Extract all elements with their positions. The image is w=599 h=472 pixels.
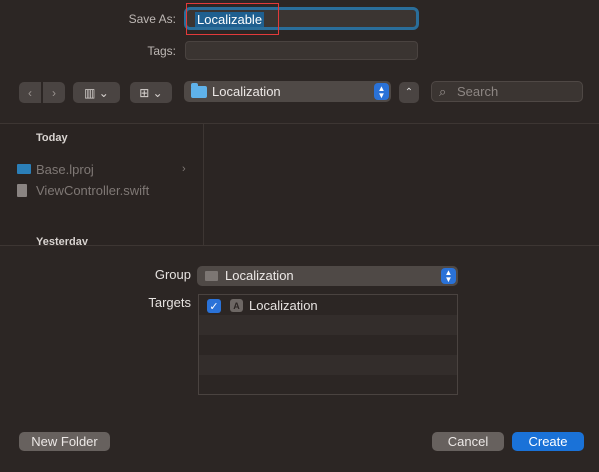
grid-view-icon: ⊞ ⌄	[139, 85, 163, 100]
save-as-label: Save As:	[128, 12, 176, 26]
cancel-button[interactable]: Cancel	[432, 432, 504, 451]
new-folder-button[interactable]: New Folder	[19, 432, 110, 451]
empty-row	[199, 375, 457, 395]
location-popup[interactable]: Localization ▲ ▼	[184, 81, 391, 102]
chevron-up-icon: ⌃	[404, 87, 414, 98]
group-label: Group	[154, 267, 191, 282]
forward-button[interactable]: ›	[43, 82, 65, 103]
back-button[interactable]: ‹	[19, 82, 41, 103]
tags-label: Tags:	[147, 44, 176, 58]
empty-row	[199, 315, 457, 335]
section-yesterday: Yesterday	[36, 236, 88, 245]
collapse-button[interactable]: ⌃	[399, 82, 419, 103]
group-by-button[interactable]: ⊞ ⌄	[130, 82, 172, 103]
popup-stepper-icon: ▲ ▼	[374, 83, 389, 100]
target-row[interactable]: ✓ A Localization	[199, 295, 457, 315]
empty-row	[199, 355, 457, 375]
popup-stepper-icon: ▲ ▼	[441, 268, 456, 284]
search-field[interactable]: ⌕	[431, 81, 583, 102]
list-item-base-lproj[interactable]: Base.lproj ›	[0, 159, 203, 179]
columns-view-icon: ▥ ⌄	[84, 85, 109, 100]
view-mode-button[interactable]: ▥ ⌄	[73, 82, 120, 103]
file-name: Base.lproj	[36, 161, 94, 177]
checkbox-checked-icon[interactable]: ✓	[207, 299, 221, 313]
folder-icon	[191, 83, 207, 98]
annotation-highlight-box	[186, 3, 279, 35]
chevron-right-icon: ›	[182, 163, 186, 175]
swift-file-icon	[17, 183, 27, 197]
group-value: Localization	[225, 268, 294, 283]
group-popup[interactable]: Localization ▲ ▼	[197, 266, 458, 286]
target-name: Localization	[249, 298, 318, 313]
section-today: Today	[36, 132, 68, 144]
app-target-icon: A	[230, 299, 243, 312]
chevron-right-icon: ›	[52, 85, 56, 100]
file-browser-sidebar[interactable]: Today Base.lproj › ViewController.swift …	[0, 124, 203, 245]
targets-list[interactable]: ✓ A Localization	[198, 294, 458, 395]
empty-row	[199, 335, 457, 355]
folder-icon	[205, 271, 218, 281]
divider	[0, 245, 599, 246]
search-icon: ⌕	[439, 84, 447, 99]
search-input[interactable]	[457, 84, 577, 99]
folder-icon	[17, 164, 31, 174]
create-button[interactable]: Create	[512, 432, 584, 451]
chevron-left-icon: ‹	[28, 85, 32, 100]
location-value: Localization	[212, 84, 281, 99]
file-browser-column[interactable]	[204, 124, 599, 245]
tags-input[interactable]	[185, 41, 418, 60]
targets-label: Targets	[148, 295, 191, 310]
file-name: ViewController.swift	[36, 182, 150, 198]
list-item-viewcontroller[interactable]: ViewController.swift	[0, 180, 203, 200]
